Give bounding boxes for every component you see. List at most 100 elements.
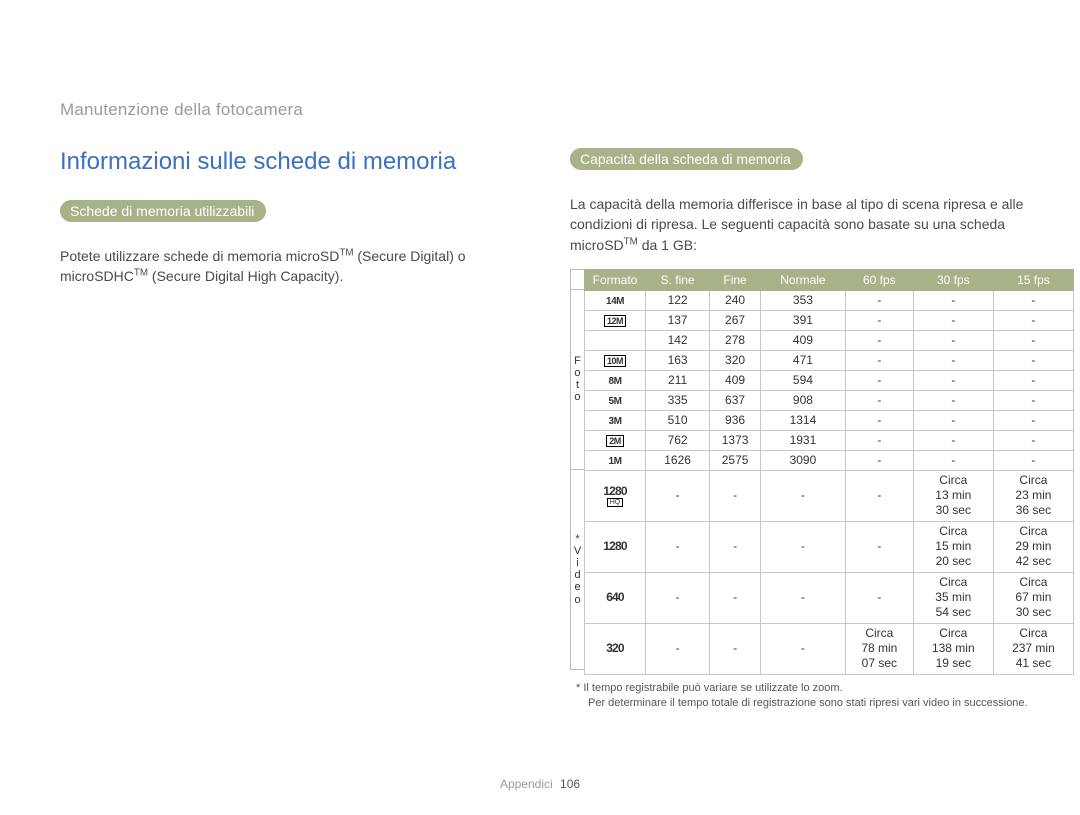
cell: 908 (760, 390, 845, 410)
cell: 2575 (710, 450, 761, 470)
cell: 1931 (760, 430, 845, 450)
cell: - (710, 572, 761, 623)
cell: 163 (646, 350, 710, 370)
tm: TM (624, 236, 638, 247)
cell: 409 (760, 330, 845, 350)
cell: - (710, 623, 761, 674)
cell: - (913, 370, 993, 390)
format-icon: 10M (585, 350, 646, 370)
cell: 353 (760, 290, 845, 310)
cell: - (760, 572, 845, 623)
format-icon: 1280HQ (585, 470, 646, 521)
cell: 122 (646, 290, 710, 310)
txt: da 1 GB: (638, 237, 697, 253)
cell: - (845, 410, 913, 430)
cell: Circa23 min36 sec (993, 470, 1073, 521)
cell: Circa138 min19 sec (913, 623, 993, 674)
col-header: 15 fps (993, 269, 1073, 290)
txt: (Secure Digital High Capacity). (148, 268, 343, 284)
cell: - (993, 390, 1073, 410)
cell: 936 (710, 410, 761, 430)
page-footer: Appendici 106 (0, 777, 1080, 791)
table-row: 1M162625753090--- (585, 450, 1074, 470)
cell: 142 (646, 330, 710, 350)
cell: - (845, 450, 913, 470)
usable-cards-text: Potete utilizzare schede di memoria micr… (60, 246, 530, 287)
table-row: 142278409--- (585, 330, 1074, 350)
format-icon: 5M (585, 390, 646, 410)
tm: TM (134, 268, 148, 279)
cell: - (993, 290, 1073, 310)
col-header: Fine (710, 269, 761, 290)
cell: - (845, 350, 913, 370)
cell: - (845, 390, 913, 410)
format-icon: 640 (585, 572, 646, 623)
format-icon: 14M (585, 290, 646, 310)
footnote-b: Per determinare il tempo totale di regis… (582, 696, 1074, 711)
cell: - (913, 350, 993, 370)
format-icon: 8M (585, 370, 646, 390)
cell: - (913, 330, 993, 350)
cell: - (646, 572, 710, 623)
cell: - (710, 470, 761, 521)
cell: - (845, 310, 913, 330)
cell: Circa29 min42 sec (993, 521, 1073, 572)
format-icon: 3M (585, 410, 646, 430)
cell: - (760, 623, 845, 674)
footer-section: Appendici (500, 777, 553, 791)
subhead-usable-cards: Schede di memoria utilizzabili (60, 200, 266, 222)
table-row: 2M76213731931--- (585, 430, 1074, 450)
footnotes: * Il tempo registrabile può variare se u… (570, 681, 1074, 711)
row-group-foto: Foto (570, 290, 584, 470)
cell: 391 (760, 310, 845, 330)
cell: - (646, 521, 710, 572)
cell: Circa13 min30 sec (913, 470, 993, 521)
cell: - (845, 572, 913, 623)
cell: Circa15 min20 sec (913, 521, 993, 572)
format-icon (585, 330, 646, 350)
table-row: 12M137267391--- (585, 310, 1074, 330)
capacity-intro: La capacità della memoria differisce in … (570, 194, 1074, 255)
cell: 335 (646, 390, 710, 410)
cell: 240 (710, 290, 761, 310)
cell: 3090 (760, 450, 845, 470)
cell: - (913, 410, 993, 430)
format-icon: 1280 (585, 521, 646, 572)
cell: 278 (710, 330, 761, 350)
table-row: 1280HQ----Circa13 min30 secCirca23 min36… (585, 470, 1074, 521)
subhead-capacity: Capacità della scheda di memoria (570, 148, 803, 170)
cell: - (913, 290, 993, 310)
cell: - (993, 330, 1073, 350)
cell: - (760, 521, 845, 572)
cell: - (845, 330, 913, 350)
cell: - (845, 521, 913, 572)
cell: - (845, 430, 913, 450)
cell: - (913, 430, 993, 450)
cell: 1373 (710, 430, 761, 450)
format-icon: 320 (585, 623, 646, 674)
footnote-a: * Il tempo registrabile può variare se u… (576, 682, 843, 694)
table-row: 14M122240353--- (585, 290, 1074, 310)
cell: 211 (646, 370, 710, 390)
table-row: 8M211409594--- (585, 370, 1074, 390)
txt: Potete utilizzare schede di memoria micr… (60, 248, 339, 264)
cell: Circa78 min07 sec (845, 623, 913, 674)
cell: 637 (710, 390, 761, 410)
cell: 762 (646, 430, 710, 450)
cell: - (913, 450, 993, 470)
col-header: 30 fps (913, 269, 993, 290)
capacity-table: FormatoS. fineFineNormale60 fps30 fps15 … (584, 269, 1074, 675)
cell: 594 (760, 370, 845, 390)
cell: - (913, 310, 993, 330)
capacity-table-wrap: Foto*Video FormatoS. fineFineNormale60 f… (570, 269, 1074, 675)
tm: TM (339, 247, 353, 258)
cell: 1626 (646, 450, 710, 470)
col-header: Normale (760, 269, 845, 290)
cell: 409 (710, 370, 761, 390)
cell: - (993, 350, 1073, 370)
table-row: 3M5109361314--- (585, 410, 1074, 430)
breadcrumb: Manutenzione della fotocamera (60, 100, 1020, 120)
format-icon: 12M (585, 310, 646, 330)
cell: 267 (710, 310, 761, 330)
cell: - (710, 521, 761, 572)
